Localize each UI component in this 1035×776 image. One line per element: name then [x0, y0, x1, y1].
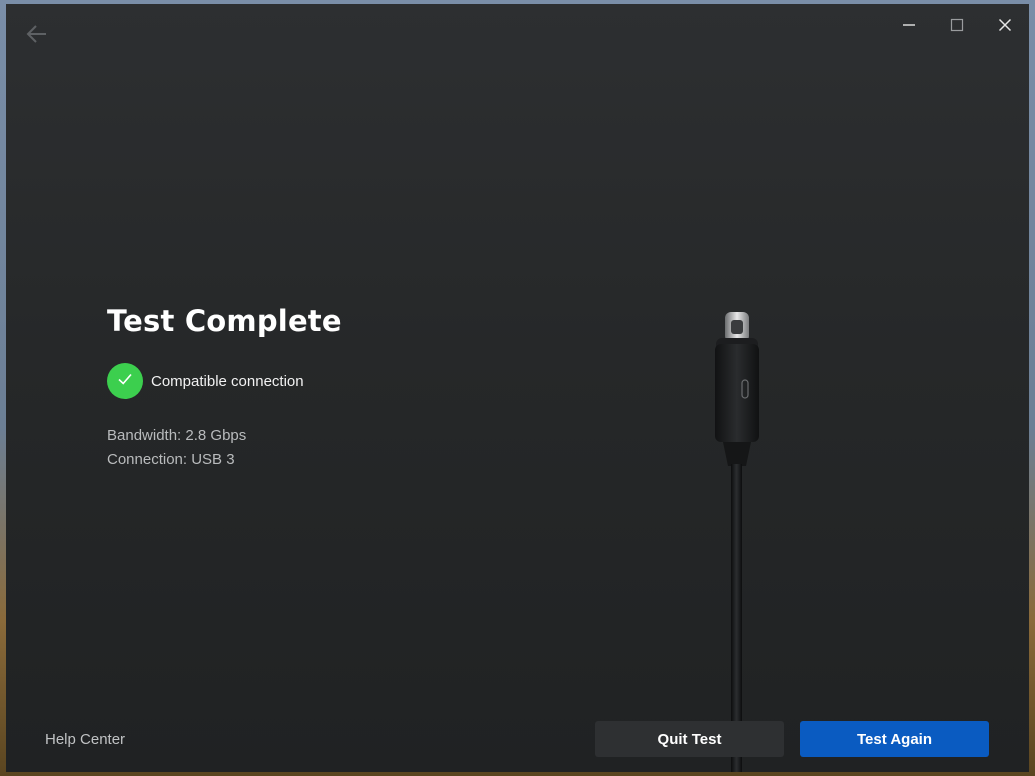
status-text: Compatible connection — [151, 372, 304, 390]
back-button[interactable] — [22, 22, 52, 50]
bandwidth-text: Bandwidth: 2.8 Gbps — [107, 427, 247, 444]
window-controls — [885, 4, 1029, 50]
status-check — [107, 363, 143, 399]
test-again-button[interactable]: Test Again — [800, 721, 989, 757]
check-icon — [117, 372, 133, 391]
quit-test-button[interactable]: Quit Test — [595, 721, 784, 757]
maximize-button[interactable] — [933, 4, 981, 50]
usb-c-cable-illustration — [706, 304, 766, 772]
app-window: Test Complete Compatible connection Band… — [6, 4, 1029, 772]
minimize-icon — [902, 18, 916, 37]
connection-text: Connection: USB 3 — [107, 451, 235, 468]
minimize-button[interactable] — [885, 4, 933, 50]
close-button[interactable] — [981, 4, 1029, 50]
close-icon — [998, 18, 1012, 37]
help-center-link[interactable]: Help Center — [45, 731, 125, 748]
connection-status: Compatible connection — [107, 363, 304, 399]
page-title: Test Complete — [107, 304, 342, 338]
maximize-icon — [950, 18, 964, 37]
arrow-left-icon — [26, 24, 48, 49]
